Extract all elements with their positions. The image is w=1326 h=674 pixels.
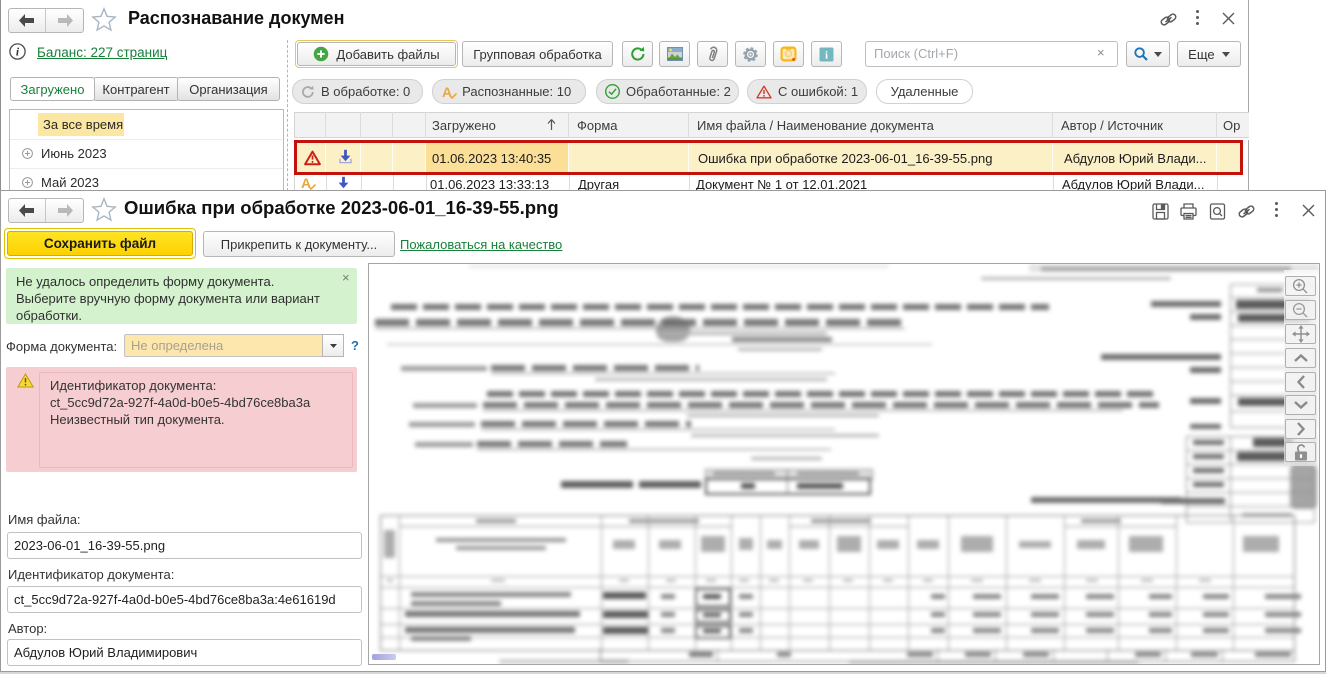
svg-text:i: i (825, 49, 828, 61)
svg-text:i: i (16, 46, 20, 58)
